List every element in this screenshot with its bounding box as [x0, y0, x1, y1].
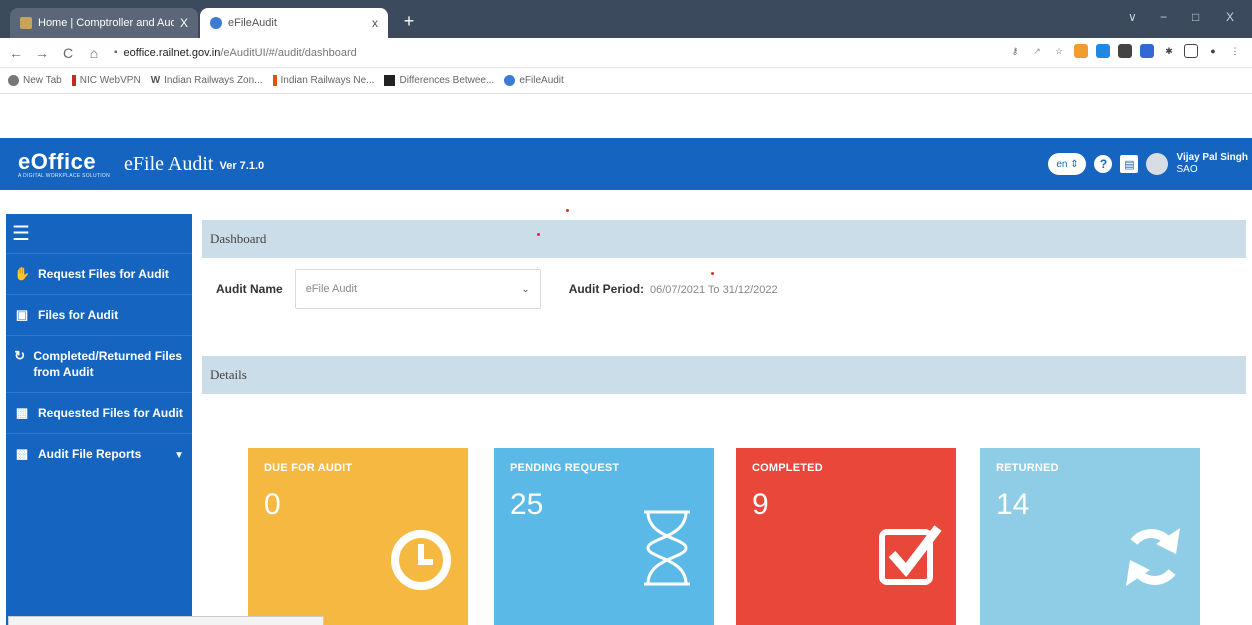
audit-period: Audit Period: 06/07/2021 To 31/12/2022: [569, 282, 778, 296]
address-bar: ← → C ⌂ ▪ eoffice.railnet.gov.in /eAudit…: [0, 38, 1252, 68]
report-icon: ▩: [15, 446, 29, 461]
bookmark-nic-webvpn[interactable]: NIC WebVPN: [71, 75, 141, 86]
tile-returned[interactable]: RETURNED 14: [980, 448, 1200, 625]
sidebar-item-files-for-audit[interactable]: ▣ Files for Audit: [6, 295, 192, 336]
sidebar-item-completed-returned[interactable]: ↻ Completed/Returned Files from Audit: [6, 336, 192, 393]
bookmark-efileaudit[interactable]: eFileAudit: [504, 75, 564, 86]
share-icon[interactable]: ↗: [1030, 44, 1044, 58]
w-icon: W: [150, 75, 161, 86]
new-tab-button[interactable]: +: [398, 11, 420, 33]
extension-icon[interactable]: [1096, 44, 1110, 58]
hamburger-menu-button[interactable]: ☰: [6, 214, 192, 254]
refresh-icon: [1126, 528, 1180, 586]
eoffice-logo[interactable]: eOffice A DIGITAL WORKPLACE SOLUTION: [18, 149, 110, 179]
lock-icon: ▪: [114, 47, 118, 58]
red-dot: [537, 233, 540, 236]
tab-title: eFileAudit: [228, 17, 277, 29]
hand-file-icon: ✋: [14, 266, 31, 281]
url-host: eoffice.railnet.gov.in: [123, 46, 221, 59]
audit-filters: Audit Name eFile Audit ⌄ Audit Period: 06…: [202, 258, 1246, 320]
star-icon[interactable]: ☆: [1052, 44, 1066, 58]
user-info[interactable]: Vijay Pal Singh SAO: [1176, 152, 1248, 176]
checkbox-icon: [879, 525, 942, 585]
main-content: Dashboard Audit Name eFile Audit ⌄ Audit…: [202, 214, 1252, 625]
url-path: /eAuditUI/#/audit/dashboard: [220, 46, 357, 59]
chrome-icon: [8, 75, 19, 86]
bookmark-railways-net[interactable]: Indian Railways Ne...: [272, 75, 374, 86]
app-title: eFile Audit: [124, 152, 214, 175]
extension-icon[interactable]: [1118, 44, 1132, 58]
tab-search-icon[interactable]: ∨: [1128, 10, 1137, 24]
user-name: Vijay Pal Singh: [1176, 152, 1248, 163]
bottom-popup-edge: [8, 616, 324, 625]
red-dot: [711, 272, 714, 275]
refresh-icon: ↻: [14, 348, 26, 363]
railway-icon: [272, 75, 277, 86]
url-input[interactable]: ▪ eoffice.railnet.gov.in /eAuditUI/#/aud…: [114, 41, 874, 65]
globe-icon: [504, 75, 516, 86]
profile-icon[interactable]: ●: [1206, 44, 1220, 58]
key-icon[interactable]: ⚷: [1008, 44, 1022, 58]
news-icon[interactable]: ▤: [1120, 155, 1139, 173]
bookmarks-bar: New Tab NIC WebVPN W Indian Railways Zon.…: [0, 68, 1252, 94]
sidebar: ☰ ✋ Request Files for Audit ▣ Files for …: [6, 214, 192, 625]
minimize-icon[interactable]: −: [1160, 10, 1167, 24]
help-icon[interactable]: ?: [1094, 155, 1113, 173]
chevron-down-icon: ▼: [174, 450, 184, 461]
details-header: Details: [202, 356, 1246, 394]
hamburger-icon: ☰: [12, 223, 30, 245]
tab-title: Home | Comptroller and Auditor: [38, 17, 174, 29]
language-select[interactable]: en ⇕: [1048, 153, 1087, 175]
railway-icon: [71, 75, 76, 86]
reload-icon[interactable]: C: [58, 45, 78, 61]
audit-name-label: Audit Name: [216, 282, 283, 296]
back-icon[interactable]: ←: [6, 45, 26, 61]
maximize-icon[interactable]: □: [1192, 10, 1199, 24]
clock-icon: [391, 530, 451, 590]
chevron-down-icon: ⌄: [521, 283, 530, 295]
puzzle-icon[interactable]: ✱: [1162, 44, 1176, 58]
close-tab-icon[interactable]: X: [180, 16, 188, 30]
browser-tab-efileaudit[interactable]: eFileAudit x: [200, 8, 388, 38]
extension-icon[interactable]: [1074, 44, 1088, 58]
screen: { "browser": { "tabs": [ {"title": "Home…: [0, 0, 1252, 625]
extension-icons: ⚷ ↗ ☆ ✱ ● ⋮: [1008, 44, 1242, 58]
app-version: Ver 7.1.0: [219, 160, 265, 172]
tile-due-for-audit[interactable]: DUE FOR AUDIT 0: [248, 448, 468, 625]
sidebar-item-requested-files[interactable]: ▦ Requested Files for Audit: [6, 393, 192, 434]
forward-icon[interactable]: →: [32, 45, 52, 61]
k-icon: [384, 75, 396, 86]
tile-completed[interactable]: COMPLETED 9: [736, 448, 956, 625]
red-dot: [566, 209, 569, 212]
tile-pending-request[interactable]: PENDING REQUEST 25: [494, 448, 714, 625]
bookmark-railways-zone[interactable]: W Indian Railways Zon...: [151, 75, 263, 86]
browser-tab-bar: Home | Comptroller and Auditor X eFileAu…: [0, 0, 1252, 38]
audit-name-select[interactable]: eFile Audit ⌄: [294, 269, 541, 309]
bookmark-new-tab[interactable]: New Tab: [8, 75, 62, 86]
extension-icon[interactable]: [1140, 44, 1154, 58]
globe-icon: [210, 17, 222, 29]
avatar[interactable]: [1146, 153, 1169, 175]
header-actions: en ⇕ ? ▤ Vijay Pal Singh SAO: [1048, 146, 1252, 182]
audit-period-value: 06/07/2021 To 31/12/2022: [650, 284, 778, 296]
hourglass-icon: [644, 510, 690, 586]
bookmark-differences[interactable]: Differences Betwee...: [384, 75, 494, 86]
menu-icon[interactable]: ⋮: [1228, 44, 1242, 58]
close-tab-icon[interactable]: x: [372, 16, 378, 30]
document-icon: ▦: [15, 405, 29, 420]
app-header: eOffice A DIGITAL WORKPLACE SOLUTION eFi…: [0, 138, 1252, 190]
emblem-icon: [20, 17, 32, 29]
sidebar-item-audit-reports[interactable]: ▩ Audit File Reports ▼: [6, 434, 192, 476]
file-icon: ▣: [15, 307, 29, 322]
browser-tab-home[interactable]: Home | Comptroller and Auditor X: [10, 8, 198, 38]
user-role: SAO: [1176, 164, 1198, 175]
sidepanel-icon[interactable]: [1184, 44, 1198, 58]
audit-period-label: Audit Period:: [568, 282, 645, 296]
close-window-icon[interactable]: X: [1226, 10, 1234, 24]
home-icon[interactable]: ⌂: [84, 45, 104, 61]
sidebar-item-request-files[interactable]: ✋ Request Files for Audit: [6, 254, 192, 295]
dashboard-header: Dashboard: [202, 220, 1246, 258]
